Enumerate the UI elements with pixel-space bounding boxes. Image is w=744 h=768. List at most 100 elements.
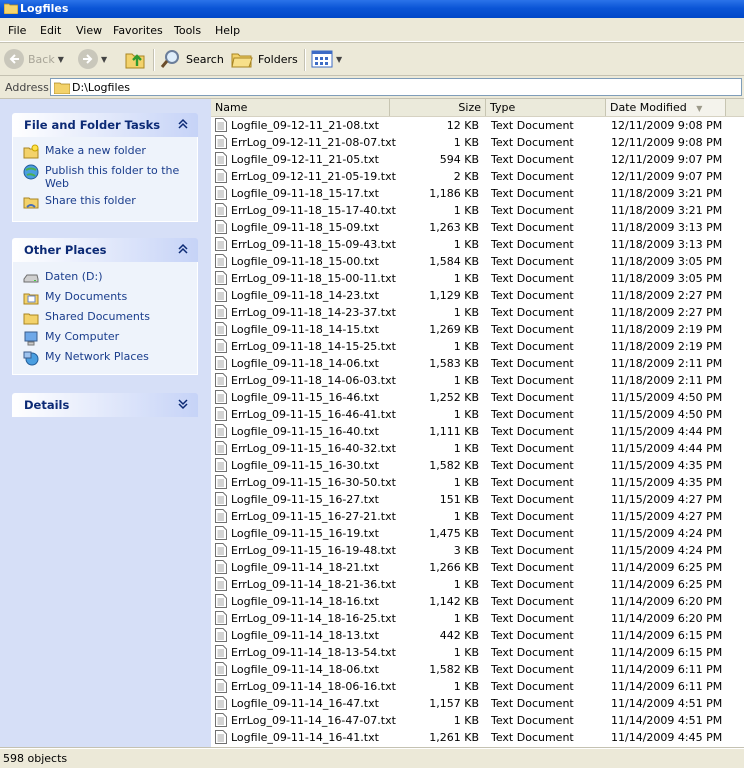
panel-header[interactable]: Details	[12, 393, 198, 417]
file-type: Text Document	[491, 731, 574, 744]
file-name: ErrLog_09-11-18_14-23-37.txt	[231, 306, 396, 319]
network-places-icon	[23, 351, 39, 366]
text-file-icon	[215, 696, 227, 710]
file-list[interactable]: Name Size Type Date Modified ▼ Logfile_0…	[211, 99, 744, 747]
file-row[interactable]: Logfile_09-11-15_16-27.txt 151 KB Text Doc…	[211, 491, 744, 508]
file-row[interactable]: Logfile_09-11-18_15-09.txt 1,263 KB Text D…	[211, 219, 744, 236]
file-row[interactable]: Logfile_09-11-15_16-46.txt 1,252 KB Text D…	[211, 389, 744, 406]
chevron-down-icon[interactable]: ▼	[101, 55, 107, 64]
place-my-network-places[interactable]: My Network Places	[23, 350, 149, 366]
file-type: Text Document	[491, 323, 574, 336]
menu-file[interactable]: File	[8, 24, 26, 37]
text-file-icon	[215, 492, 227, 506]
file-row[interactable]: ErrLog_09-11-14_18-16-25.txt 1 KB Text Doc…	[211, 610, 744, 627]
chevron-down-icon[interactable]	[177, 398, 189, 410]
file-row[interactable]: Logfile_09-11-15_16-19.txt 1,475 KB Text D…	[211, 525, 744, 542]
file-row[interactable]: ErrLog_09-11-18_15-17-40.txt 1 KB Text Doc…	[211, 202, 744, 219]
publish-folder-link[interactable]: Publish this folder to the Web	[23, 164, 183, 190]
place-label: My Documents	[45, 290, 128, 303]
file-row[interactable]: ErrLog_09-12-11_21-08-07.txt 1 KB Text Doc…	[211, 134, 744, 151]
file-name: ErrLog_09-11-18_15-09-43.txt	[231, 238, 396, 251]
file-size: 1 KB	[453, 646, 479, 659]
file-row[interactable]: Logfile_09-11-18_15-00.txt 1,584 KB Text D…	[211, 253, 744, 270]
file-row[interactable]: ErrLog_09-11-14_16-47-07.txt 1 KB Text Doc…	[211, 712, 744, 729]
chevron-down-icon[interactable]: ▼	[336, 55, 342, 64]
file-row[interactable]: ErrLog_09-11-15_16-27-21.txt 1 KB Text Doc…	[211, 508, 744, 525]
column-header-type[interactable]: Type	[486, 99, 606, 116]
file-row[interactable]: ErrLog_09-11-18_14-15-25.txt 1 KB Text Doc…	[211, 338, 744, 355]
place-my-computer[interactable]: My Computer	[23, 330, 119, 346]
title-bar[interactable]: Logfiles	[0, 0, 744, 18]
folders-button[interactable]: Folders	[230, 47, 298, 71]
views-button[interactable]: ▼	[311, 47, 342, 71]
column-headers: Name Size Type Date Modified ▼	[211, 99, 744, 117]
chevron-up-icon[interactable]	[177, 118, 189, 130]
make-new-folder-link[interactable]: Make a new folder	[23, 144, 146, 160]
address-input[interactable]: D:\Logfiles	[50, 78, 742, 96]
file-type: Text Document	[491, 425, 574, 438]
file-name: Logfile_09-11-18_15-09.txt	[231, 221, 379, 234]
share-folder-link[interactable]: Share this folder	[23, 194, 136, 210]
file-date-modified: 12/11/2009 9:08 PM	[611, 119, 723, 132]
file-row[interactable]: ErrLog_09-11-14_18-21-36.txt 1 KB Text Doc…	[211, 576, 744, 593]
file-size: 1,269 KB	[429, 323, 479, 336]
place-my-documents[interactable]: My Documents	[23, 290, 127, 306]
file-row[interactable]: ErrLog_09-11-18_14-23-37.txt 1 KB Text Doc…	[211, 304, 744, 321]
file-row[interactable]: ErrLog_09-11-14_18-13-54.txt 1 KB Text Doc…	[211, 644, 744, 661]
panel-header[interactable]: File and Folder Tasks	[12, 113, 198, 137]
panel-header[interactable]: Other Places	[12, 238, 198, 262]
file-row[interactable]: ErrLog_09-11-18_14-06-03.txt 1 KB Text Doc…	[211, 372, 744, 389]
file-type: Text Document	[491, 493, 574, 506]
chevron-down-icon[interactable]: ▼	[58, 55, 64, 64]
file-row[interactable]: Logfile_09-11-14_18-21.txt 1,266 KB Text D…	[211, 559, 744, 576]
file-row[interactable]: Logfile_09-11-14_18-06.txt 1,582 KB Text D…	[211, 661, 744, 678]
column-header-size[interactable]: Size	[390, 99, 486, 116]
menu-favorites[interactable]: Favorites	[113, 24, 163, 37]
file-row[interactable]: Logfile_09-11-15_16-40.txt 1,111 KB Text D…	[211, 423, 744, 440]
file-row[interactable]: Logfile_09-11-18_14-15.txt 1,269 KB Text D…	[211, 321, 744, 338]
file-row[interactable]: Logfile_09-11-15_16-30.txt 1,582 KB Text D…	[211, 457, 744, 474]
folder-icon	[4, 3, 18, 14]
place-daten-drive[interactable]: Daten (D:)	[23, 270, 103, 286]
file-row[interactable]: ErrLog_09-11-15_16-30-50.txt 1 KB Text Doc…	[211, 474, 744, 491]
file-row[interactable]: ErrLog_09-11-14_18-06-16.txt 1 KB Text Doc…	[211, 678, 744, 695]
file-row[interactable]: Logfile_09-11-18_14-23.txt 1,129 KB Text D…	[211, 287, 744, 304]
menu-view[interactable]: View	[76, 24, 102, 37]
file-type: Text Document	[491, 204, 574, 217]
file-row[interactable]: Logfile_09-11-18_15-17.txt 1,186 KB Text D…	[211, 185, 744, 202]
up-button[interactable]	[124, 47, 146, 71]
file-row[interactable]: Logfile_09-11-14_18-13.txt 442 KB Text Doc…	[211, 627, 744, 644]
file-size: 1 KB	[453, 374, 479, 387]
file-row[interactable]: Logfile_09-11-14_18-16.txt 1,142 KB Text D…	[211, 593, 744, 610]
file-row[interactable]: ErrLog_09-11-18_15-00-11.txt 1 KB Text Doc…	[211, 270, 744, 287]
file-name: ErrLog_09-11-15_16-27-21.txt	[231, 510, 396, 523]
menu-edit[interactable]: Edit	[40, 24, 61, 37]
text-file-icon	[215, 475, 227, 489]
column-header-name[interactable]: Name	[211, 99, 390, 116]
panel-body: Make a new folder Publish this folder to…	[12, 137, 198, 222]
file-row[interactable]: ErrLog_09-11-15_16-40-32.txt 1 KB Text Doc…	[211, 440, 744, 457]
forward-button[interactable]: ▼	[78, 47, 107, 71]
file-date-modified: 11/18/2009 3:21 PM	[611, 204, 723, 217]
file-row[interactable]: Logfile_09-12-11_21-08.txt 12 KB Text Docu…	[211, 117, 744, 134]
file-type: Text Document	[491, 408, 574, 421]
search-button[interactable]: Search	[160, 47, 224, 71]
chevron-up-icon[interactable]	[177, 243, 189, 255]
file-size: 3 KB	[453, 544, 479, 557]
menu-tools[interactable]: Tools	[174, 24, 201, 37]
file-row[interactable]: ErrLog_09-11-15_16-19-48.txt 3 KB Text Doc…	[211, 542, 744, 559]
place-shared-documents[interactable]: Shared Documents	[23, 310, 150, 326]
file-row[interactable]: ErrLog_09-11-18_15-09-43.txt 1 KB Text Doc…	[211, 236, 744, 253]
file-row[interactable]: Logfile_09-11-14_16-41.txt 1,261 KB Text D…	[211, 729, 744, 746]
file-row[interactable]: Logfile_09-11-18_14-06.txt 1,583 KB Text D…	[211, 355, 744, 372]
file-row[interactable]: ErrLog_09-11-15_16-46-41.txt 1 KB Text Doc…	[211, 406, 744, 423]
file-row[interactable]: Logfile_09-12-11_21-05.txt 594 KB Text Doc…	[211, 151, 744, 168]
text-file-icon	[215, 424, 227, 438]
file-name: ErrLog_09-11-18_14-15-25.txt	[231, 340, 396, 353]
column-header-date[interactable]: Date Modified ▼	[606, 99, 726, 116]
back-button[interactable]: Back ▼	[4, 47, 64, 71]
file-size: 1,186 KB	[429, 187, 479, 200]
file-row[interactable]: ErrLog_09-12-11_21-05-19.txt 2 KB Text Doc…	[211, 168, 744, 185]
menu-help[interactable]: Help	[215, 24, 240, 37]
file-row[interactable]: Logfile_09-11-14_16-47.txt 1,157 KB Text D…	[211, 695, 744, 712]
